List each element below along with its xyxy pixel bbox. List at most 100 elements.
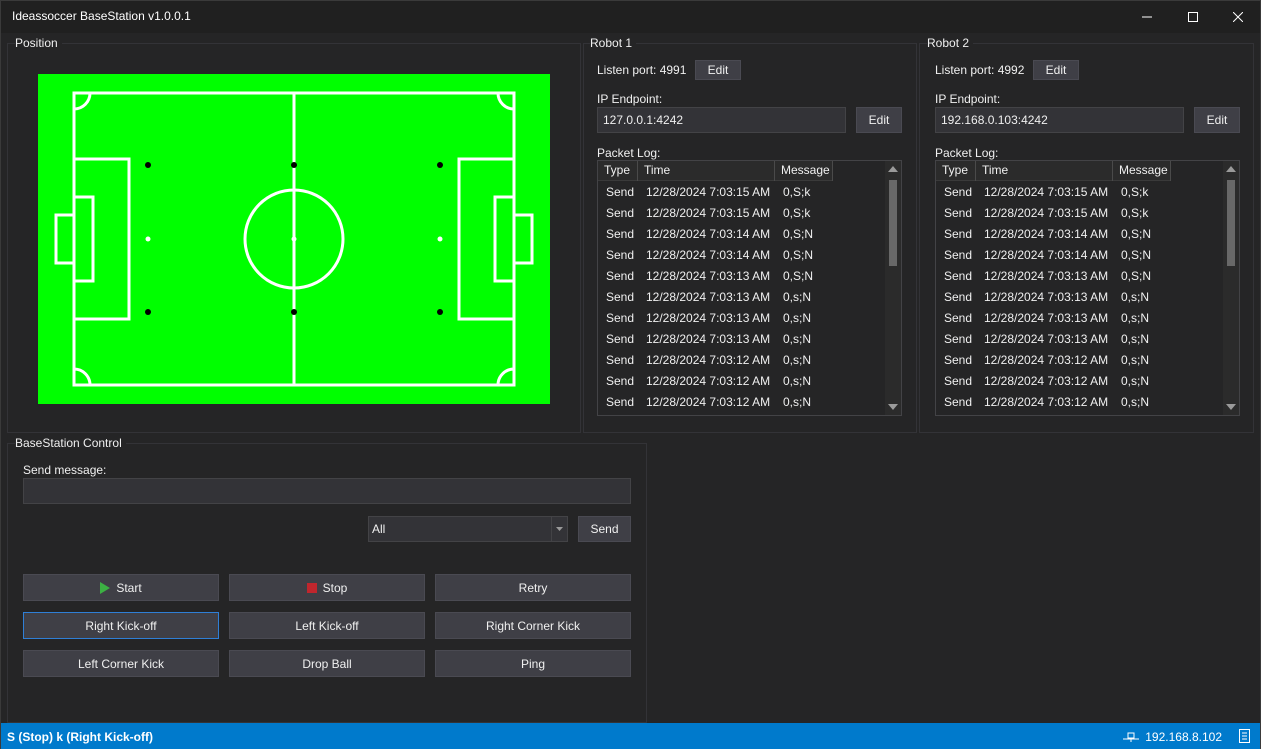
target-dropdown-button[interactable] xyxy=(551,517,567,541)
column-header-type[interactable]: Type xyxy=(598,161,638,181)
log-cell-time: 12/28/2024 7:03:13 AM xyxy=(984,289,1109,304)
log-row[interactable]: Send 12/28/2024 7:03:12 AM 0,s;N xyxy=(936,349,1195,370)
position-title: Position xyxy=(15,36,62,50)
log-row[interactable]: Send 12/28/2024 7:03:15 AM 0,S;k xyxy=(936,202,1195,223)
robot2-scroll-thumb[interactable] xyxy=(1227,180,1235,266)
left-corner-kick-button[interactable]: Left Corner Kick xyxy=(23,650,219,677)
minimize-button[interactable] xyxy=(1124,1,1170,33)
log-row[interactable]: Send 12/28/2024 7:03:15 AM 0,S;k xyxy=(598,202,857,223)
stop-icon xyxy=(306,582,317,593)
log-cell-time: 12/28/2024 7:03:12 AM xyxy=(984,394,1109,409)
robot2-log-scrollbar[interactable] xyxy=(1223,161,1239,415)
ping-button[interactable]: Ping xyxy=(435,650,631,677)
stop-button-label: Stop xyxy=(322,580,348,595)
field-marker-dot xyxy=(437,162,443,168)
column-header-message[interactable]: Message xyxy=(1113,161,1171,181)
log-row[interactable]: Send 12/28/2024 7:03:15 AM 0,S;k xyxy=(936,181,1195,202)
robot1-listen-edit-button[interactable]: Edit xyxy=(695,60,741,80)
close-button[interactable] xyxy=(1215,1,1261,33)
robot2-listen-edit-button[interactable]: Edit xyxy=(1033,60,1079,80)
log-row[interactable]: Send 12/28/2024 7:03:12 AM 0,s;N xyxy=(598,349,857,370)
column-header-time[interactable]: Time xyxy=(976,161,1113,181)
log-cell-time: 12/28/2024 7:03:12 AM xyxy=(646,352,771,367)
log-cell-type: Send xyxy=(944,205,973,220)
robot1-ip-endpoint-label: IP Endpoint: xyxy=(597,92,663,106)
log-cell-type: Send xyxy=(944,373,973,388)
log-cell-message: 0,S;k xyxy=(783,205,811,220)
scroll-down-icon[interactable] xyxy=(888,404,898,410)
right-corner-kick-button[interactable]: Right Corner Kick xyxy=(435,612,631,639)
log-row[interactable]: Send 12/28/2024 7:03:14 AM 0,S;N xyxy=(936,223,1195,244)
send-message-input[interactable] xyxy=(23,478,631,504)
robot1-packet-log[interactable]: Type Time Message Send 12/28/2024 7:03:15… xyxy=(597,160,902,416)
log-row[interactable]: Send 12/28/2024 7:03:13 AM 0,s;N xyxy=(936,328,1195,349)
network-icon xyxy=(1123,732,1140,742)
robot1-scroll-thumb[interactable] xyxy=(889,180,897,266)
log-row[interactable]: Send 12/28/2024 7:03:13 AM 0,s;N xyxy=(598,286,857,307)
robot2-listen-port-label: Listen port: 4992 xyxy=(935,63,1025,77)
robot1-title: Robot 1 xyxy=(590,36,637,50)
log-cell-type: Send xyxy=(606,247,635,262)
robot1-ip-endpoint-input[interactable]: 127.0.0.1:4242 xyxy=(597,107,846,133)
maximize-button[interactable] xyxy=(1170,1,1216,33)
scroll-up-icon[interactable] xyxy=(1226,166,1236,172)
log-row[interactable]: Send 12/28/2024 7:03:13 AM 0,s;N xyxy=(598,328,857,349)
log-cell-type: Send xyxy=(606,226,635,241)
log-cell-type: Send xyxy=(944,289,973,304)
send-button[interactable]: Send xyxy=(578,516,631,542)
log-row[interactable]: Send 12/28/2024 7:03:12 AM 0,s;N xyxy=(936,391,1195,412)
right-kickoff-button[interactable]: Right Kick-off xyxy=(23,612,219,639)
log-cell-message: 0,S;k xyxy=(1121,205,1149,220)
log-row[interactable]: Send 12/28/2024 7:03:12 AM 0,s;N xyxy=(936,370,1195,391)
log-row[interactable]: Send 12/28/2024 7:03:12 AM 0,s;N xyxy=(598,391,857,412)
log-row[interactable]: Send 12/28/2024 7:03:14 AM 0,S;N xyxy=(936,244,1195,265)
log-cell-time: 12/28/2024 7:03:13 AM xyxy=(984,331,1109,346)
log-row[interactable]: Send 12/28/2024 7:03:12 AM 0,s;N xyxy=(598,370,857,391)
robot2-ip-endpoint-input[interactable]: 192.168.0.103:4242 xyxy=(935,107,1184,133)
column-header-type[interactable]: Type xyxy=(936,161,976,181)
robot2-ip-edit-button[interactable]: Edit xyxy=(1194,107,1240,133)
robot1-ip-edit-button[interactable]: Edit xyxy=(856,107,902,133)
robot1-listen-port-label: Listen port: 4991 xyxy=(597,63,687,77)
left-kickoff-button[interactable]: Left Kick-off xyxy=(229,612,425,639)
stop-button[interactable]: Stop xyxy=(229,574,425,601)
log-cell-time: 12/28/2024 7:03:12 AM xyxy=(984,352,1109,367)
log-row[interactable]: Send 12/28/2024 7:03:14 AM 0,S;N xyxy=(598,223,857,244)
log-cell-message: 0,S;N xyxy=(1121,268,1152,283)
log-cell-message: 0,S;N xyxy=(783,226,814,241)
log-cell-time: 12/28/2024 7:03:13 AM xyxy=(646,289,771,304)
chevron-down-icon xyxy=(556,527,563,531)
log-cell-time: 12/28/2024 7:03:13 AM xyxy=(984,310,1109,325)
log-cell-message: 0,S;N xyxy=(1121,247,1152,262)
log-cell-message: 0,s;N xyxy=(783,352,812,367)
scroll-down-icon[interactable] xyxy=(1226,404,1236,410)
retry-button[interactable]: Retry xyxy=(435,574,631,601)
log-row[interactable]: Send 12/28/2024 7:03:13 AM 0,s;N xyxy=(936,307,1195,328)
log-row[interactable]: Send 12/28/2024 7:03:13 AM 0,S;N xyxy=(598,265,857,286)
drop-ball-button[interactable]: Drop Ball xyxy=(229,650,425,677)
start-button[interactable]: Start xyxy=(23,574,219,601)
log-cell-time: 12/28/2024 7:03:13 AM xyxy=(984,268,1109,283)
robot2-packet-log[interactable]: Type Time Message Send 12/28/2024 7:03:15… xyxy=(935,160,1240,416)
scroll-up-icon[interactable] xyxy=(888,166,898,172)
log-cell-message: 0,s;N xyxy=(783,331,812,346)
target-robot-select[interactable]: All xyxy=(368,516,568,542)
log-cell-type: Send xyxy=(944,352,973,367)
robot1-log-header: Type Time Message xyxy=(598,161,833,181)
log-cell-type: Send xyxy=(606,373,635,388)
field-marker-dot xyxy=(437,309,443,315)
log-cell-type: Send xyxy=(606,205,635,220)
log-row[interactable]: Send 12/28/2024 7:03:15 AM 0,S;k xyxy=(598,181,857,202)
target-robot-value: All xyxy=(372,522,386,536)
soccer-field[interactable] xyxy=(38,74,550,404)
column-header-time[interactable]: Time xyxy=(638,161,775,181)
log-row[interactable]: Send 12/28/2024 7:03:13 AM 0,s;N xyxy=(936,286,1195,307)
column-header-message[interactable]: Message xyxy=(775,161,833,181)
robot1-log-scrollbar[interactable] xyxy=(885,161,901,415)
log-row[interactable]: Send 12/28/2024 7:03:13 AM 0,S;N xyxy=(936,265,1195,286)
log-cell-time: 12/28/2024 7:03:13 AM xyxy=(646,331,771,346)
log-row[interactable]: Send 12/28/2024 7:03:13 AM 0,s;N xyxy=(598,307,857,328)
log-row[interactable]: Send 12/28/2024 7:03:14 AM 0,S;N xyxy=(598,244,857,265)
resize-grip-icon[interactable] xyxy=(1238,728,1252,744)
log-cell-time: 12/28/2024 7:03:12 AM xyxy=(646,394,771,409)
